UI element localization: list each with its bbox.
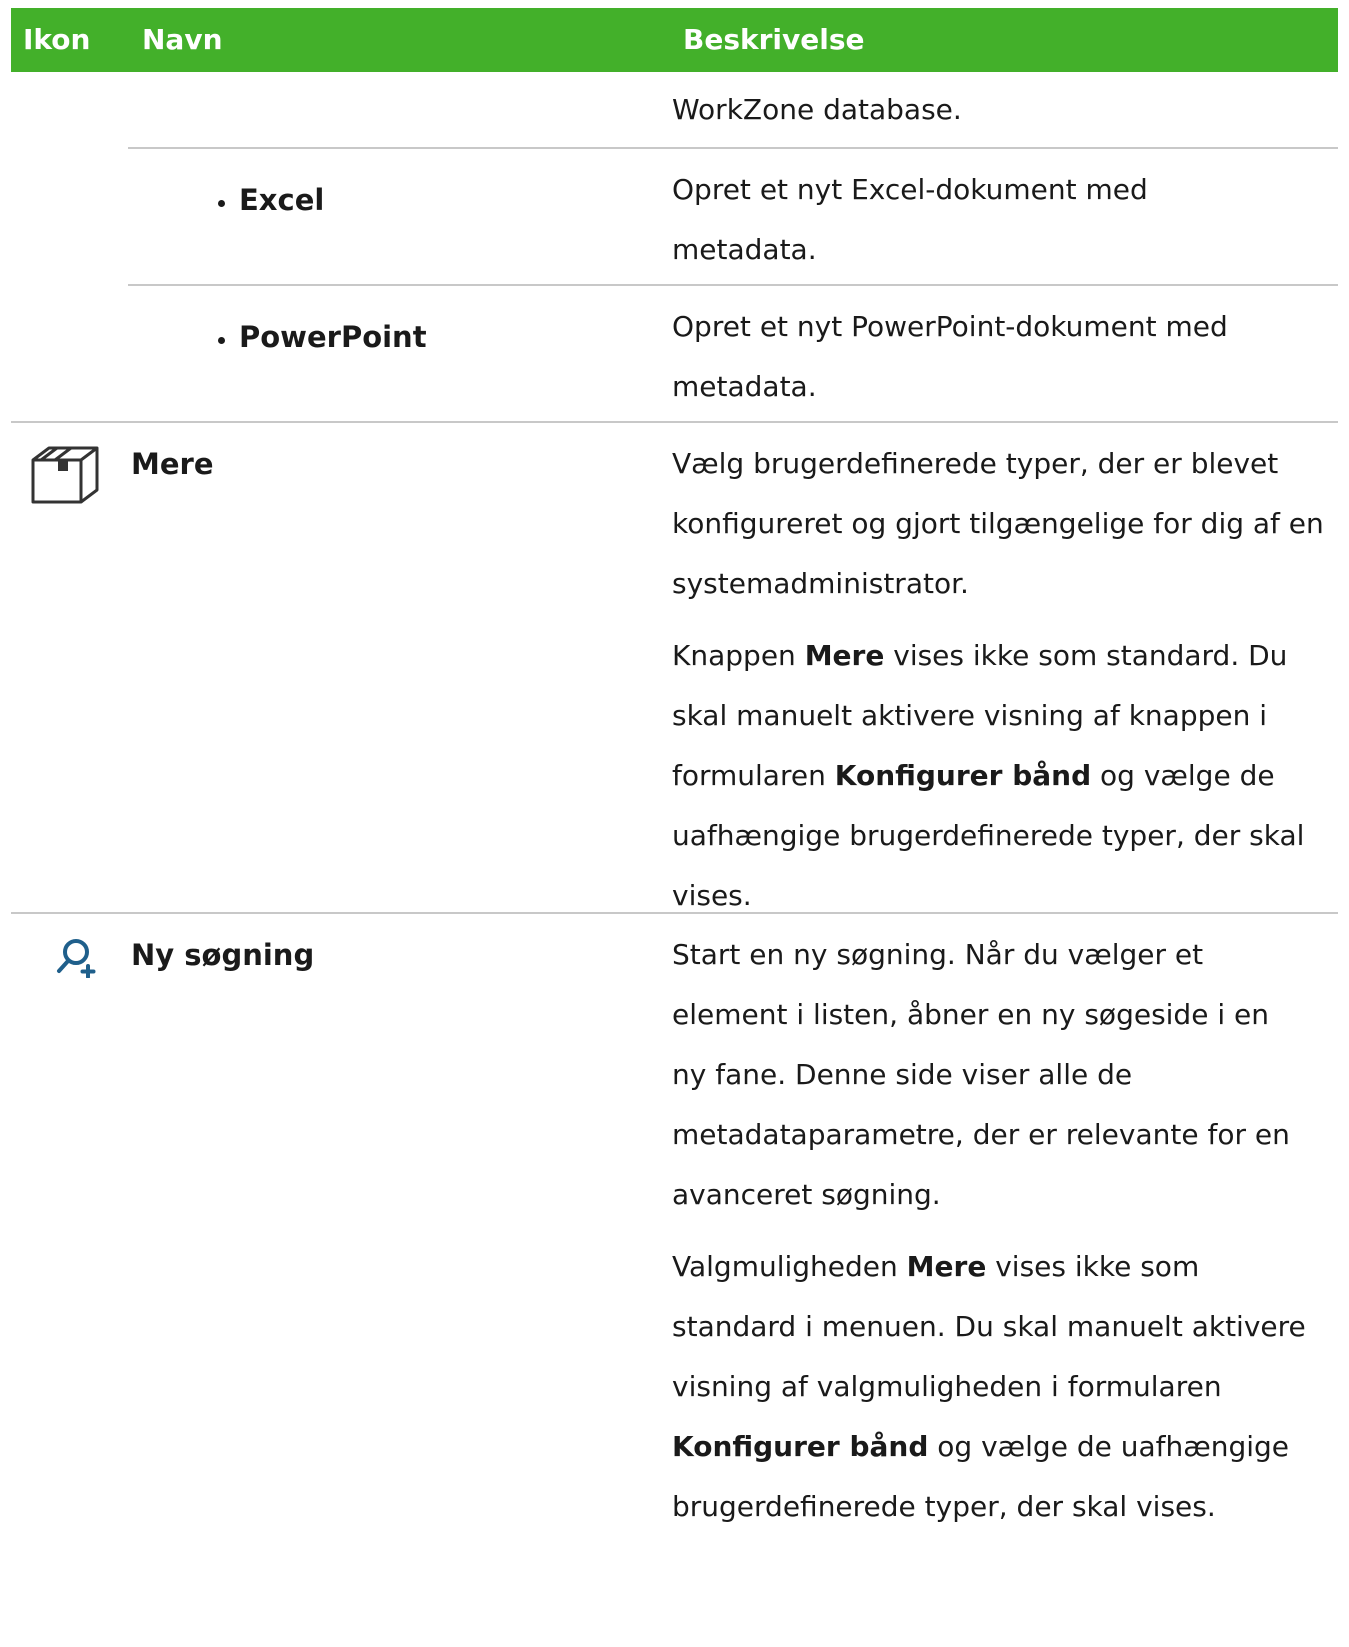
description-cell: Vælg brugerdefinerede typer, der er blev… [672, 434, 1332, 938]
description-text: Vælg brugerdefinerede typer, der er blev… [672, 447, 1324, 600]
note-bold-konfigurer: Konfigurer bånd [834, 759, 1092, 792]
row-divider [11, 912, 1338, 914]
header-name-column: Navn [142, 23, 223, 56]
description-text: Opret et nyt Excel-dokument med metadata… [672, 173, 1148, 266]
description-cell: WorkZone database. [672, 80, 1332, 152]
new-search-icon-svg [57, 939, 96, 979]
header-description-column: Beskrivelse [683, 23, 865, 56]
row-divider [11, 421, 1338, 423]
description-cell: Opret et nyt PowerPoint-dokument med met… [672, 297, 1332, 429]
header-icon-column: Ikon [23, 23, 91, 56]
description-text: Opret et nyt PowerPoint-dokument med met… [672, 310, 1228, 403]
table-header: Ikon Navn Beskrivelse [11, 8, 1338, 72]
name-cell: Mere [131, 447, 214, 481]
description-note: Knappen Mere vises ikke som standard. Du… [672, 626, 1332, 926]
description-cell: Opret et nyt Excel-dokument med metadata… [672, 160, 1332, 292]
row-divider [128, 147, 1338, 149]
note-bold-mere: Mere [804, 639, 885, 672]
note-bold-konfigurer: Konfigurer bånd [672, 1430, 929, 1463]
name-cell: PowerPoint [218, 320, 427, 354]
note-text: Knappen [672, 639, 805, 672]
row-divider [128, 284, 1338, 286]
description-cell: Start en ny søgning. Når du vælger et el… [672, 925, 1332, 1549]
note-text: Valgmuligheden [672, 1250, 907, 1283]
description-note: Valgmuligheden Mere vises ikke som stand… [672, 1237, 1312, 1537]
description-text: WorkZone database. [672, 93, 962, 126]
description-text: Start en ny søgning. Når du vælger et el… [672, 938, 1290, 1211]
note-bold-mere: Mere [906, 1250, 987, 1283]
bullet-icon [218, 336, 225, 344]
feature-table: Ikon Navn Beskrivelse [11, 8, 1338, 72]
name-cell: Ny søgning [131, 938, 315, 972]
name-cell: Excel [218, 183, 324, 217]
excel-label: Excel [239, 183, 325, 217]
bullet-icon [218, 199, 225, 207]
new-search-icon [54, 938, 102, 982]
powerpoint-label: PowerPoint [239, 320, 427, 354]
package-box-icon [27, 442, 103, 512]
package-box-icon-svg [31, 446, 99, 504]
